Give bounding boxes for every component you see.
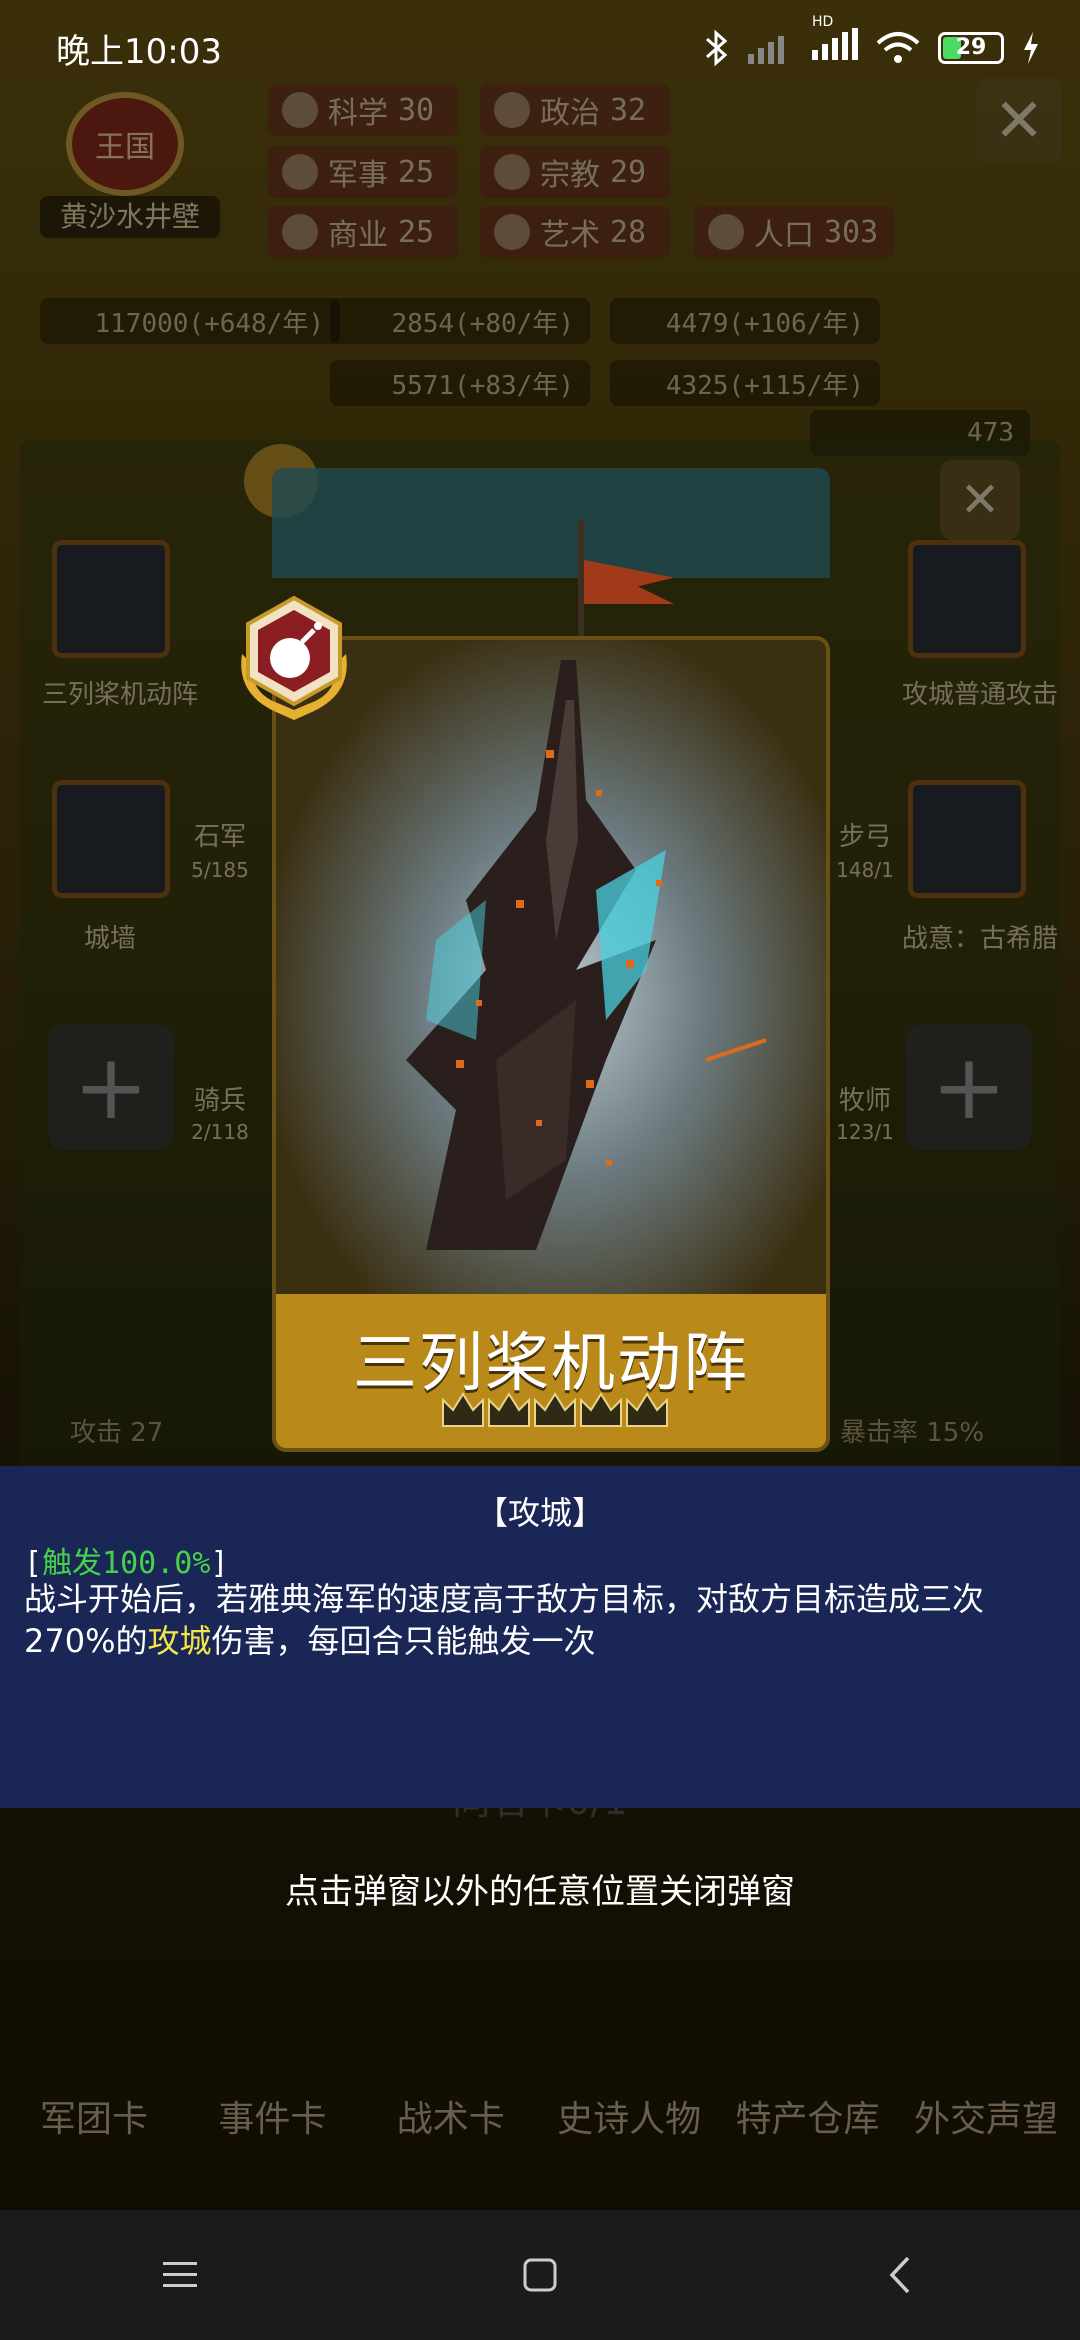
- status-icons: HD 29: [704, 14, 1040, 69]
- home-square-icon: [523, 2258, 557, 2292]
- tower-art-icon: [406, 660, 767, 1250]
- status-time: 晚上10:03: [56, 31, 222, 72]
- bluetooth-icon: [706, 29, 728, 67]
- skill-description: 战斗开始后，若雅典海军的速度高于敌方目标，对敌方目标造成三次270%的攻城伤害，…: [24, 1580, 985, 1660]
- status-bar: 晚上10:03 HD 29: [0, 0, 1080, 96]
- bomb-icon: [241, 595, 347, 720]
- signal-weak-icon: [748, 36, 784, 64]
- dismiss-hint: 点击弹窗以外的任意位置关闭弹窗: [285, 1872, 795, 1912]
- skill-keyword: 攻城: [147, 1622, 212, 1660]
- wifi-icon: [876, 32, 920, 63]
- system-nav-bar: [0, 2210, 1080, 2340]
- tactic-card: 三列桨机动阵: [272, 636, 830, 1452]
- card-nameplate: 三列桨机动阵: [276, 1294, 826, 1448]
- battery-icon: 29: [938, 32, 1004, 64]
- menu-icon: [163, 2262, 197, 2287]
- crown-icon: [626, 1392, 668, 1427]
- card-back-panel: [272, 468, 830, 578]
- flag-pole: [578, 520, 584, 640]
- card-artwork: [276, 640, 826, 1294]
- crown-icon: [488, 1392, 530, 1427]
- home-button[interactable]: [480, 2235, 600, 2315]
- crown-icon: [580, 1392, 622, 1427]
- back-button[interactable]: [840, 2235, 960, 2315]
- signal-hd-icon: HD: [812, 14, 858, 69]
- crown-icon: [442, 1392, 484, 1427]
- card-star-rating: [440, 1386, 670, 1432]
- crown-icon: [534, 1392, 576, 1427]
- skill-trigger-rate: [触发100.0%]: [24, 1546, 229, 1581]
- charging-icon: [1024, 32, 1038, 64]
- skill-title: 【攻城】: [475, 1494, 604, 1532]
- recents-button[interactable]: [120, 2235, 240, 2315]
- back-chevron-icon: [889, 2256, 910, 2294]
- skill-description-panel: 【攻城】 [触发100.0%] 战斗开始后，若雅典海军的速度高于敌方目标，对敌方…: [0, 1466, 1080, 1808]
